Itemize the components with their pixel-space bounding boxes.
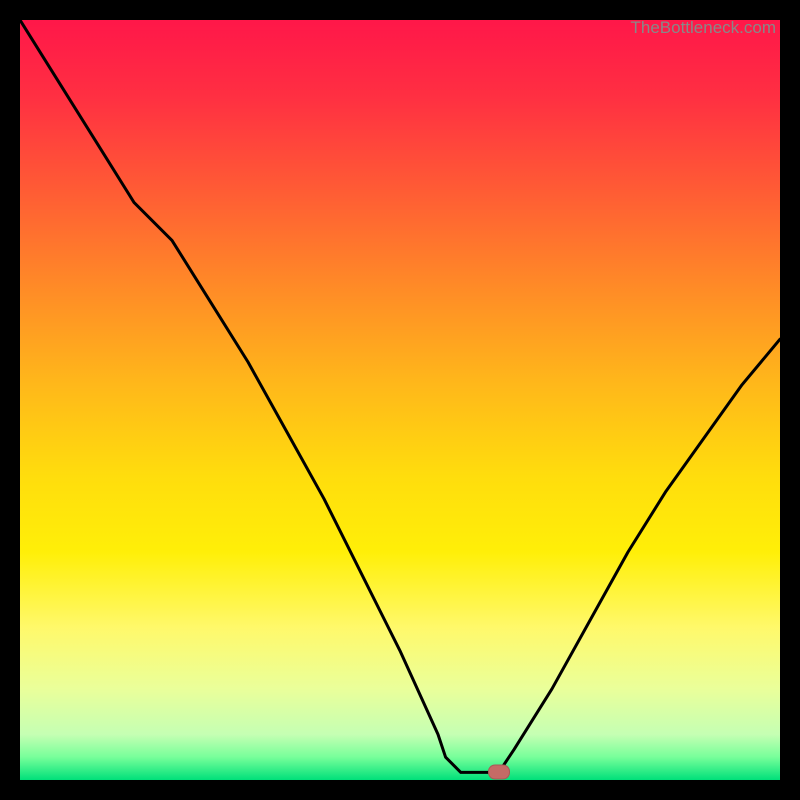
- bottleneck-curve: [20, 20, 780, 780]
- optimal-marker: [488, 765, 510, 780]
- chart-frame: TheBottleneck.com: [0, 0, 800, 800]
- plot-area: TheBottleneck.com: [20, 20, 780, 780]
- watermark: TheBottleneck.com: [630, 18, 776, 38]
